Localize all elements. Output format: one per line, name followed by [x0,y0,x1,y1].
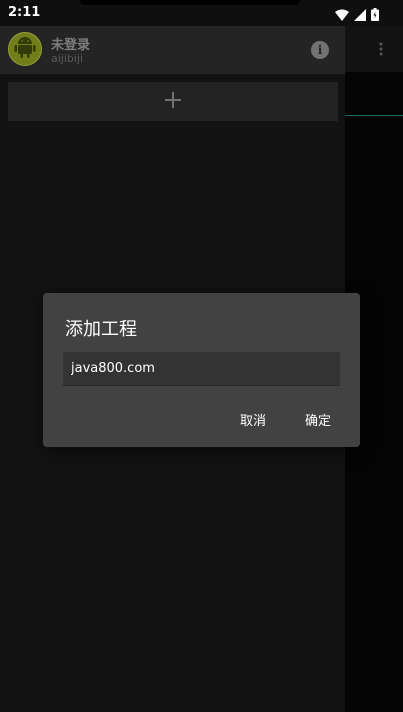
status-time: 2:11 [8,5,41,20]
status-bar: 2:11 [0,0,403,26]
wifi-icon [335,6,349,25]
status-icons [335,6,379,25]
cancel-button[interactable]: 取消 [239,406,267,432]
project-name-input[interactable] [63,352,340,386]
signal-icon [354,6,366,25]
battery-icon [371,6,379,25]
camera-notch [80,0,300,5]
confirm-button[interactable]: 确定 [305,406,331,432]
dialog-title: 添加工程 [65,319,137,340]
screen: 2:11 未登录 aijibiji i 添加工程 java800.com 取消 … [0,0,403,712]
add-project-dialog: 添加工程 取消 确定 [43,293,360,447]
